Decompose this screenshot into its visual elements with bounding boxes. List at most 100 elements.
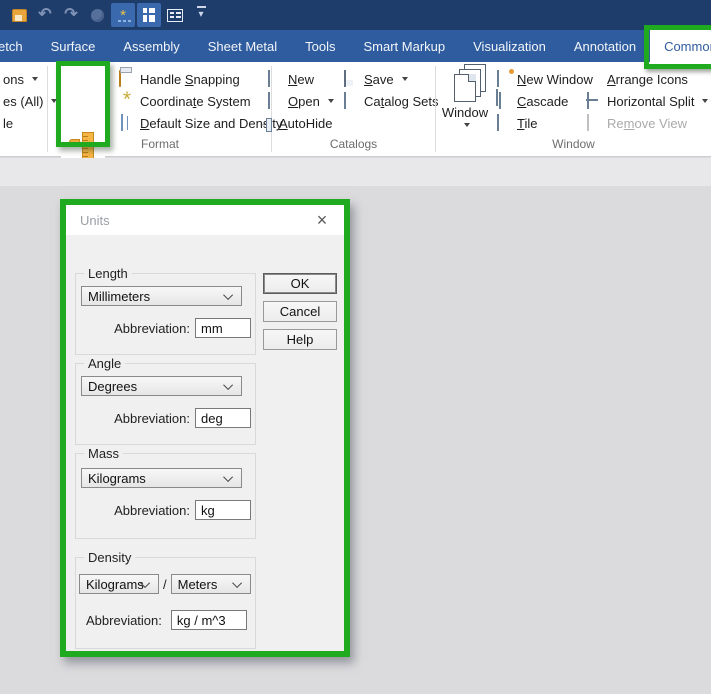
- remove-view-button[interactable]: Remove View: [583, 112, 711, 134]
- new-window-button[interactable]: New Window: [493, 68, 596, 90]
- chevron-down-icon: [223, 472, 234, 483]
- density-group: Density Kilograms / Meters Abbreviation:: [75, 550, 256, 649]
- customize-caret-icon: ▾: [197, 6, 207, 20]
- tab-visualization[interactable]: Visualization: [459, 30, 560, 62]
- panes-button[interactable]: [137, 3, 161, 27]
- dropdown-caret-icon: [463, 123, 470, 127]
- feature-tree-button[interactable]: *: [111, 3, 135, 27]
- new-icon: [268, 70, 270, 87]
- length-abbrev-input[interactable]: [195, 318, 251, 338]
- angle-abbrev-input[interactable]: [195, 408, 251, 428]
- dialog-titlebar[interactable]: Units ×: [66, 205, 344, 235]
- density-volume-unit-select[interactable]: Meters: [170, 574, 251, 594]
- density-abbrev-label: Abbreviation:: [86, 612, 162, 628]
- tab-sheet-metal[interactable]: Sheet Metal: [194, 30, 291, 62]
- length-unit-select[interactable]: Millimeters: [81, 286, 242, 306]
- save-catalog-button[interactable]: Save: [340, 68, 441, 90]
- prompt-bar: [0, 158, 711, 186]
- open-icon: [268, 92, 270, 109]
- angle-unit-select[interactable]: Degrees: [81, 376, 242, 396]
- length-group-label: Length: [84, 266, 132, 281]
- help-button[interactable]: Help: [263, 329, 337, 350]
- window-titlebar: ↶ ↷ * ▾: [0, 0, 711, 30]
- mass-unit-select[interactable]: Kilograms: [81, 468, 242, 488]
- catalogs-group-label: Catalogs: [329, 137, 378, 151]
- cascade-button[interactable]: Cascade: [493, 90, 596, 112]
- tile-button[interactable]: Tile: [493, 112, 596, 134]
- mass-group: Mass Kilograms Abbreviation:: [75, 446, 256, 539]
- cascade-icon: [499, 92, 501, 109]
- ok-button[interactable]: OK: [263, 273, 337, 294]
- window-col-1: New Window Cascade Tile: [493, 68, 596, 134]
- dropdown-caret-icon: [401, 77, 408, 81]
- catalogs-col-1: New Open AutoHide: [255, 68, 337, 134]
- list-icon: [167, 8, 183, 22]
- redo-button[interactable]: ↷: [59, 3, 83, 27]
- partial-item-1[interactable]: ons: [0, 68, 60, 90]
- angle-group: Angle Degrees Abbreviation:: [75, 356, 256, 445]
- save-button[interactable]: [7, 3, 31, 27]
- window-col-2: Arrange Icons Horizontal Split Remove Vi…: [583, 68, 711, 134]
- autohide-icon: [258, 115, 274, 132]
- autohide-button[interactable]: AutoHide: [255, 112, 337, 134]
- ribbon: ons es (All) le Units Handle Snapping * …: [0, 62, 711, 205]
- coordinate-system-icon: *: [122, 88, 132, 111]
- handle-snapping-icon: [119, 70, 121, 87]
- density-divider: /: [163, 576, 167, 592]
- density-abbrev-input[interactable]: [170, 610, 247, 630]
- new-catalog-button[interactable]: New: [255, 68, 337, 90]
- window-big-button[interactable]: Window: [441, 72, 489, 127]
- partial-item-3[interactable]: le: [0, 112, 60, 134]
- window-group-label: Window: [552, 137, 595, 151]
- new-window-icon: [497, 70, 499, 87]
- default-size-icon: [121, 114, 123, 131]
- tab-assembly[interactable]: Assembly: [109, 30, 193, 62]
- dropdown-caret-icon: [31, 77, 38, 81]
- dropdown-caret-icon: [702, 99, 709, 103]
- mass-abbrev-label: Abbreviation:: [114, 502, 190, 518]
- horizontal-split-icon: [587, 92, 589, 109]
- chevron-down-icon: [223, 290, 234, 301]
- tab-smart-markup[interactable]: Smart Markup: [349, 30, 459, 62]
- feature-tree-icon: *: [117, 6, 131, 24]
- annotation-highlight-units-dialog: Units × Length Millimeters Abbreviation:…: [60, 199, 350, 657]
- angle-abbrev-label: Abbreviation:: [114, 410, 190, 426]
- density-mass-unit-select[interactable]: Kilograms: [79, 574, 159, 594]
- dialog-title: Units: [80, 212, 110, 228]
- save-icon: [344, 70, 346, 87]
- arrange-icons-button[interactable]: Arrange Icons: [583, 68, 711, 90]
- tab-common[interactable]: Common: [644, 25, 711, 69]
- dropdown-caret-icon: [327, 99, 334, 103]
- catalogs-col-2: Save Catalog Sets: [340, 68, 441, 112]
- undo-icon: ↶: [38, 6, 52, 23]
- tab-annotation[interactable]: Annotation: [560, 30, 650, 62]
- tab-tools[interactable]: Tools: [291, 30, 349, 62]
- angle-group-label: Angle: [84, 356, 126, 371]
- length-group: Length Millimeters Abbreviation:: [75, 266, 256, 355]
- tab-surface[interactable]: Surface: [37, 30, 110, 62]
- partial-item-2[interactable]: es (All): [0, 90, 60, 112]
- open-catalog-button[interactable]: Open: [255, 90, 337, 112]
- redo-icon: ↷: [64, 6, 78, 23]
- horizontal-split-button[interactable]: Horizontal Split: [583, 90, 711, 112]
- density-group-label: Density: [84, 550, 136, 565]
- cancel-button[interactable]: Cancel: [263, 301, 337, 322]
- tab-sketch[interactable]: etch: [0, 30, 37, 62]
- length-abbrev-label: Abbreviation:: [114, 320, 190, 336]
- tile-icon: [497, 114, 499, 131]
- units-dialog: Units × Length Millimeters Abbreviation:…: [66, 205, 344, 651]
- undo-button[interactable]: ↶: [33, 3, 57, 27]
- window-stack-icon: [454, 74, 476, 102]
- globe-button[interactable]: [85, 3, 109, 27]
- catalog-sets-button[interactable]: Catalog Sets: [340, 90, 441, 112]
- format-group-label: Format: [140, 137, 179, 151]
- globe-icon: [90, 8, 104, 22]
- close-icon[interactable]: ×: [312, 211, 332, 229]
- customize-qat-button[interactable]: ▾: [189, 3, 213, 27]
- list-view-button[interactable]: [163, 3, 187, 27]
- chevron-down-icon: [231, 578, 242, 589]
- mass-abbrev-input[interactable]: [195, 500, 251, 520]
- dropdown-caret-icon: [51, 99, 58, 103]
- window-icon: [143, 8, 155, 22]
- ribbon-tab-bar: etch Surface Assembly Sheet Metal Tools …: [0, 25, 711, 69]
